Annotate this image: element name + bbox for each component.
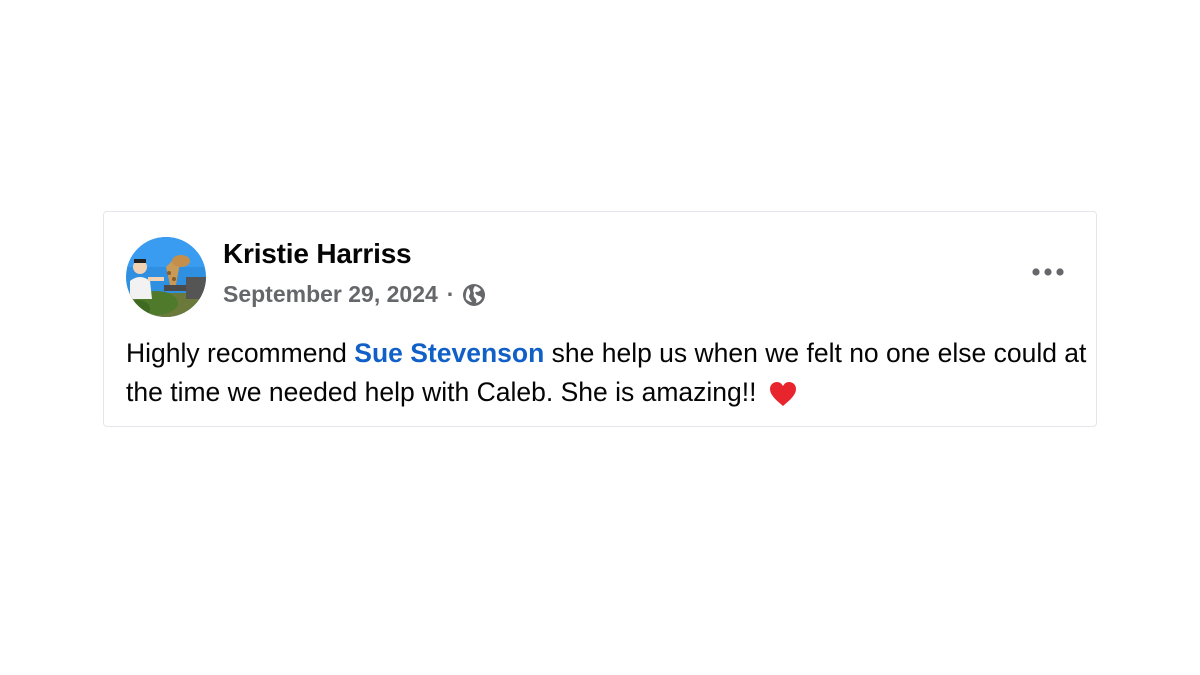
author-name[interactable]: Kristie Harriss: [223, 238, 412, 270]
post-meta: September 29, 2024 ·: [223, 281, 487, 308]
red-heart-icon: [768, 379, 798, 420]
more-horizontal-icon: [1032, 268, 1064, 276]
more-options-button[interactable]: [1028, 258, 1068, 286]
avatar-photo: [126, 237, 206, 317]
post-card: Kristie Harriss September 29, 2024 · Hig…: [103, 211, 1097, 427]
avatar[interactable]: [126, 237, 206, 317]
meta-separator: ·: [446, 281, 455, 307]
post-text-start: Highly recommend: [126, 338, 355, 368]
post-date[interactable]: September 29, 2024: [223, 281, 438, 308]
globe-icon[interactable]: [461, 282, 487, 308]
mention-link[interactable]: Sue Stevenson: [354, 338, 544, 368]
post-text: Highly recommend Sue Stevenson she help …: [126, 334, 1091, 420]
